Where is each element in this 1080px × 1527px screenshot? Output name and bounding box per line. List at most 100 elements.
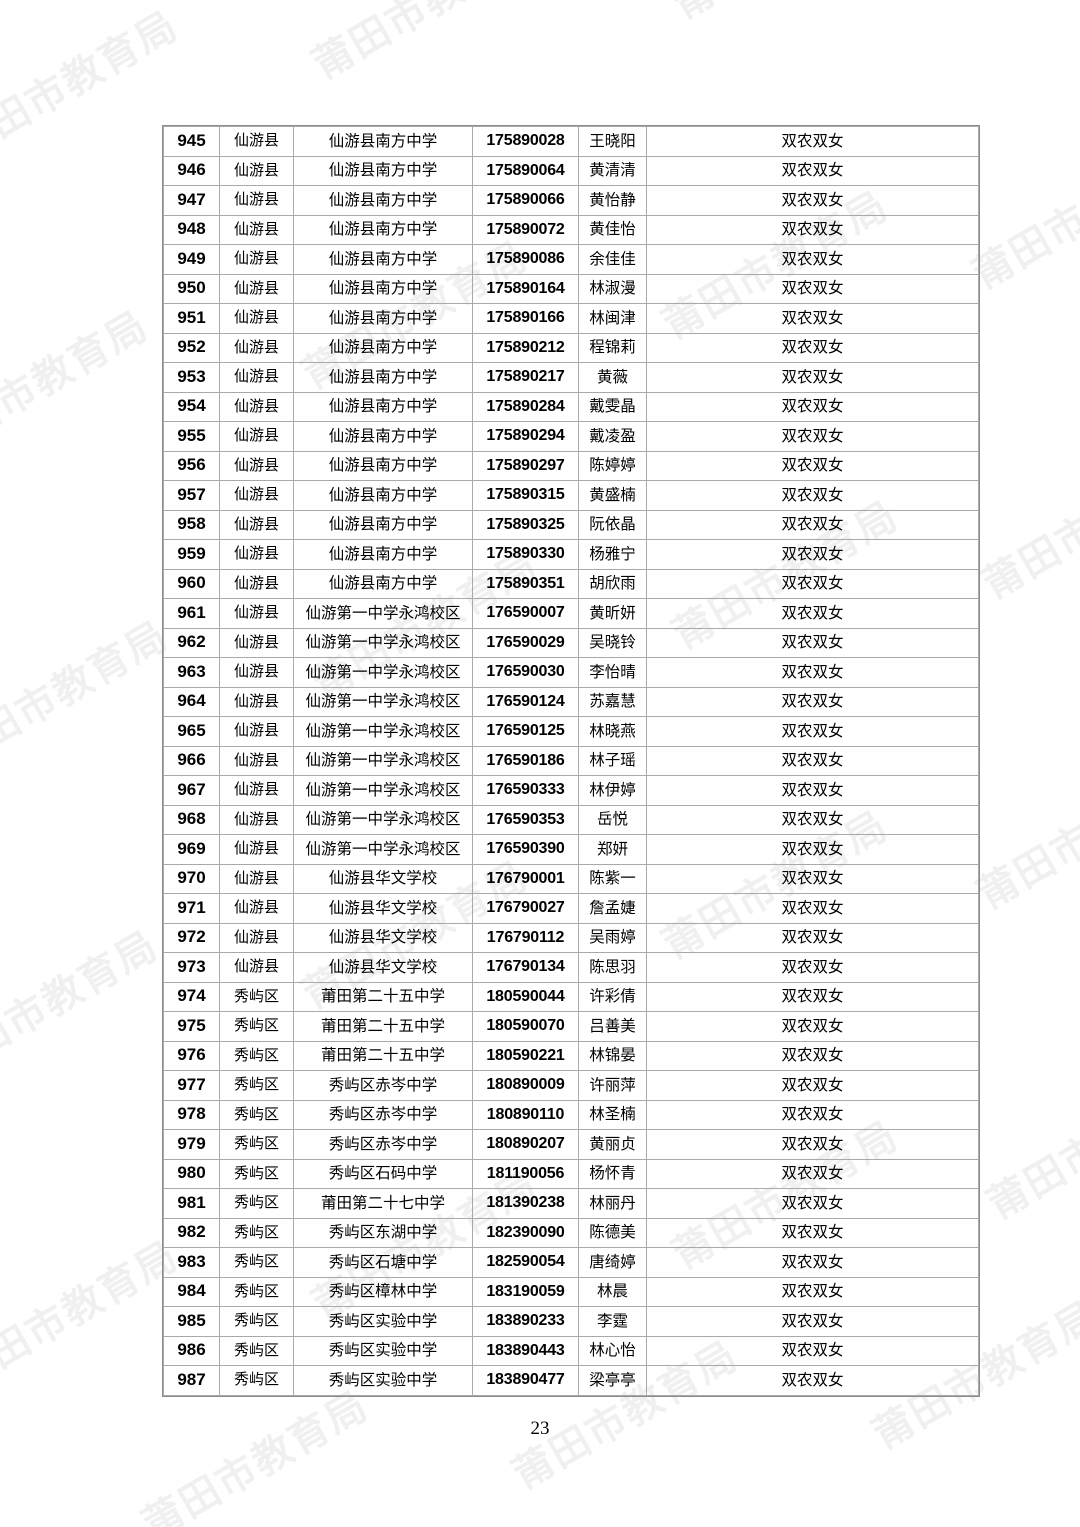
school-cell: 仙游第一中学永鸿校区: [293, 716, 473, 747]
seq-cell: 984: [163, 1276, 220, 1307]
seq-cell: 974: [163, 981, 220, 1012]
seq-cell: 964: [163, 686, 220, 717]
seq-cell: 956: [163, 450, 220, 481]
seq-cell: 969: [163, 834, 220, 865]
name-cell: 黄怡静: [578, 185, 647, 216]
student-id-cell: 176590186: [472, 745, 579, 776]
seq-cell: 948: [163, 214, 220, 245]
student-id-cell: 175890315: [472, 480, 579, 511]
student-id-cell: 176790134: [472, 952, 579, 983]
table-row: 957 仙游县 仙游县南方中学 175890315 黄盛楠 双农双女: [163, 480, 979, 511]
category-cell: 双农双女: [646, 155, 979, 186]
name-cell: 林锦晏: [578, 1040, 647, 1071]
student-id-cell: 176790112: [472, 922, 579, 953]
school-cell: 仙游县华文学校: [293, 893, 473, 924]
name-cell: 林圣楠: [578, 1099, 647, 1130]
school-cell: 仙游第一中学永鸿校区: [293, 627, 473, 658]
table-row: 976 秀屿区 莆田第二十五中学 180590221 林锦晏 双农双女: [163, 1040, 979, 1071]
roster-table-body: 945 仙游县 仙游县南方中学 175890028 王晓阳 双农双女 946 仙游县 仙游县南方…: [163, 126, 979, 1396]
name-cell: 黄薇: [578, 362, 647, 393]
school-cell: 仙游第一中学永鸿校区: [293, 745, 473, 776]
student-id-cell: 175890351: [472, 568, 579, 599]
name-cell: 吴晓铃: [578, 627, 647, 658]
name-cell: 许丽萍: [578, 1070, 647, 1101]
district-cell: 仙游县: [219, 480, 294, 511]
name-cell: 林丽丹: [578, 1188, 647, 1219]
student-id-cell: 175890072: [472, 214, 579, 245]
table-row: 966 仙游县 仙游第一中学永鸿校区 176590186 林子瑶 双农双女: [163, 745, 979, 776]
school-cell: 莆田第二十七中学: [293, 1188, 473, 1219]
table-row: 985 秀屿区 秀屿区实验中学 183890233 李霆 双农双女: [163, 1306, 979, 1337]
name-cell: 林伊婷: [578, 775, 647, 806]
name-cell: 戴凌盈: [578, 421, 647, 452]
name-cell: 陈德美: [578, 1217, 647, 1248]
student-id-cell: 176790001: [472, 863, 579, 894]
district-cell: 仙游县: [219, 362, 294, 393]
school-cell: 仙游县南方中学: [293, 214, 473, 245]
district-cell: 秀屿区: [219, 1040, 294, 1071]
table-row: 986 秀屿区 秀屿区实验中学 183890443 林心怡 双农双女: [163, 1335, 979, 1366]
roster-table-container: 945 仙游县 仙游县南方中学 175890028 王晓阳 双农双女 946 仙游县 仙游县南方…: [162, 125, 980, 1397]
table-row: 962 仙游县 仙游第一中学永鸿校区 176590029 吴晓铃 双农双女: [163, 627, 979, 658]
student-id-cell: 183890477: [472, 1365, 579, 1396]
category-cell: 双农双女: [646, 716, 979, 747]
seq-cell: 987: [163, 1365, 220, 1396]
table-row: 982 秀屿区 秀屿区东湖中学 182390090 陈德美 双农双女: [163, 1217, 979, 1248]
seq-cell: 967: [163, 775, 220, 806]
table-row: 979 秀屿区 秀屿区赤岑中学 180890207 黄丽贞 双农双女: [163, 1129, 979, 1160]
school-cell: 仙游县南方中学: [293, 273, 473, 304]
name-cell: 陈紫一: [578, 863, 647, 894]
district-cell: 仙游县: [219, 332, 294, 363]
student-id-cell: 175890166: [472, 303, 579, 334]
seq-cell: 955: [163, 421, 220, 452]
district-cell: 仙游县: [219, 303, 294, 334]
student-id-cell: 180590070: [472, 1011, 579, 1042]
name-cell: 苏嘉慧: [578, 686, 647, 717]
district-cell: 仙游县: [219, 893, 294, 924]
student-id-cell: 175890297: [472, 450, 579, 481]
category-cell: 双农双女: [646, 1306, 979, 1337]
district-cell: 仙游县: [219, 421, 294, 452]
name-cell: 陈婷婷: [578, 450, 647, 481]
name-cell: 林心怡: [578, 1335, 647, 1366]
category-cell: 双农双女: [646, 539, 979, 570]
table-row: 971 仙游县 仙游县华文学校 176790027 詹孟婕 双农双女: [163, 893, 979, 924]
table-row: 975 秀屿区 莆田第二十五中学 180590070 吕善美 双农双女: [163, 1011, 979, 1042]
district-cell: 仙游县: [219, 509, 294, 540]
district-cell: 秀屿区: [219, 1306, 294, 1337]
district-cell: 仙游县: [219, 863, 294, 894]
student-id-cell: 180590221: [472, 1040, 579, 1071]
district-cell: 秀屿区: [219, 1247, 294, 1278]
student-id-cell: 180890110: [472, 1099, 579, 1130]
seq-cell: 982: [163, 1217, 220, 1248]
table-row: 964 仙游县 仙游第一中学永鸿校区 176590124 苏嘉慧 双农双女: [163, 686, 979, 717]
student-id-cell: 175890294: [472, 421, 579, 452]
district-cell: 仙游县: [219, 450, 294, 481]
table-row: 952 仙游县 仙游县南方中学 175890212 程锦莉 双农双女: [163, 332, 979, 363]
table-row: 947 仙游县 仙游县南方中学 175890066 黄怡静 双农双女: [163, 185, 979, 216]
category-cell: 双农双女: [646, 273, 979, 304]
school-cell: 仙游县南方中学: [293, 450, 473, 481]
category-cell: 双农双女: [646, 303, 979, 334]
category-cell: 双农双女: [646, 391, 979, 422]
seq-cell: 980: [163, 1158, 220, 1189]
table-row: 980 秀屿区 秀屿区石码中学 181190056 杨怀青 双农双女: [163, 1158, 979, 1189]
seq-cell: 958: [163, 509, 220, 540]
name-cell: 唐绮婷: [578, 1247, 647, 1278]
district-cell: 仙游县: [219, 745, 294, 776]
school-cell: 仙游第一中学永鸿校区: [293, 834, 473, 865]
district-cell: 秀屿区: [219, 1276, 294, 1307]
student-id-cell: 182590054: [472, 1247, 579, 1278]
name-cell: 阮依晶: [578, 509, 647, 540]
seq-cell: 954: [163, 391, 220, 422]
district-cell: 秀屿区: [219, 1335, 294, 1366]
seq-cell: 961: [163, 598, 220, 629]
student-id-cell: 176590353: [472, 804, 579, 835]
table-row: 959 仙游县 仙游县南方中学 175890330 杨雅宁 双农双女: [163, 539, 979, 570]
seq-cell: 970: [163, 863, 220, 894]
school-cell: 仙游第一中学永鸿校区: [293, 775, 473, 806]
school-cell: 仙游县南方中学: [293, 126, 473, 157]
school-cell: 莆田第二十五中学: [293, 1011, 473, 1042]
seq-cell: 972: [163, 922, 220, 953]
name-cell: 戴雯晶: [578, 391, 647, 422]
